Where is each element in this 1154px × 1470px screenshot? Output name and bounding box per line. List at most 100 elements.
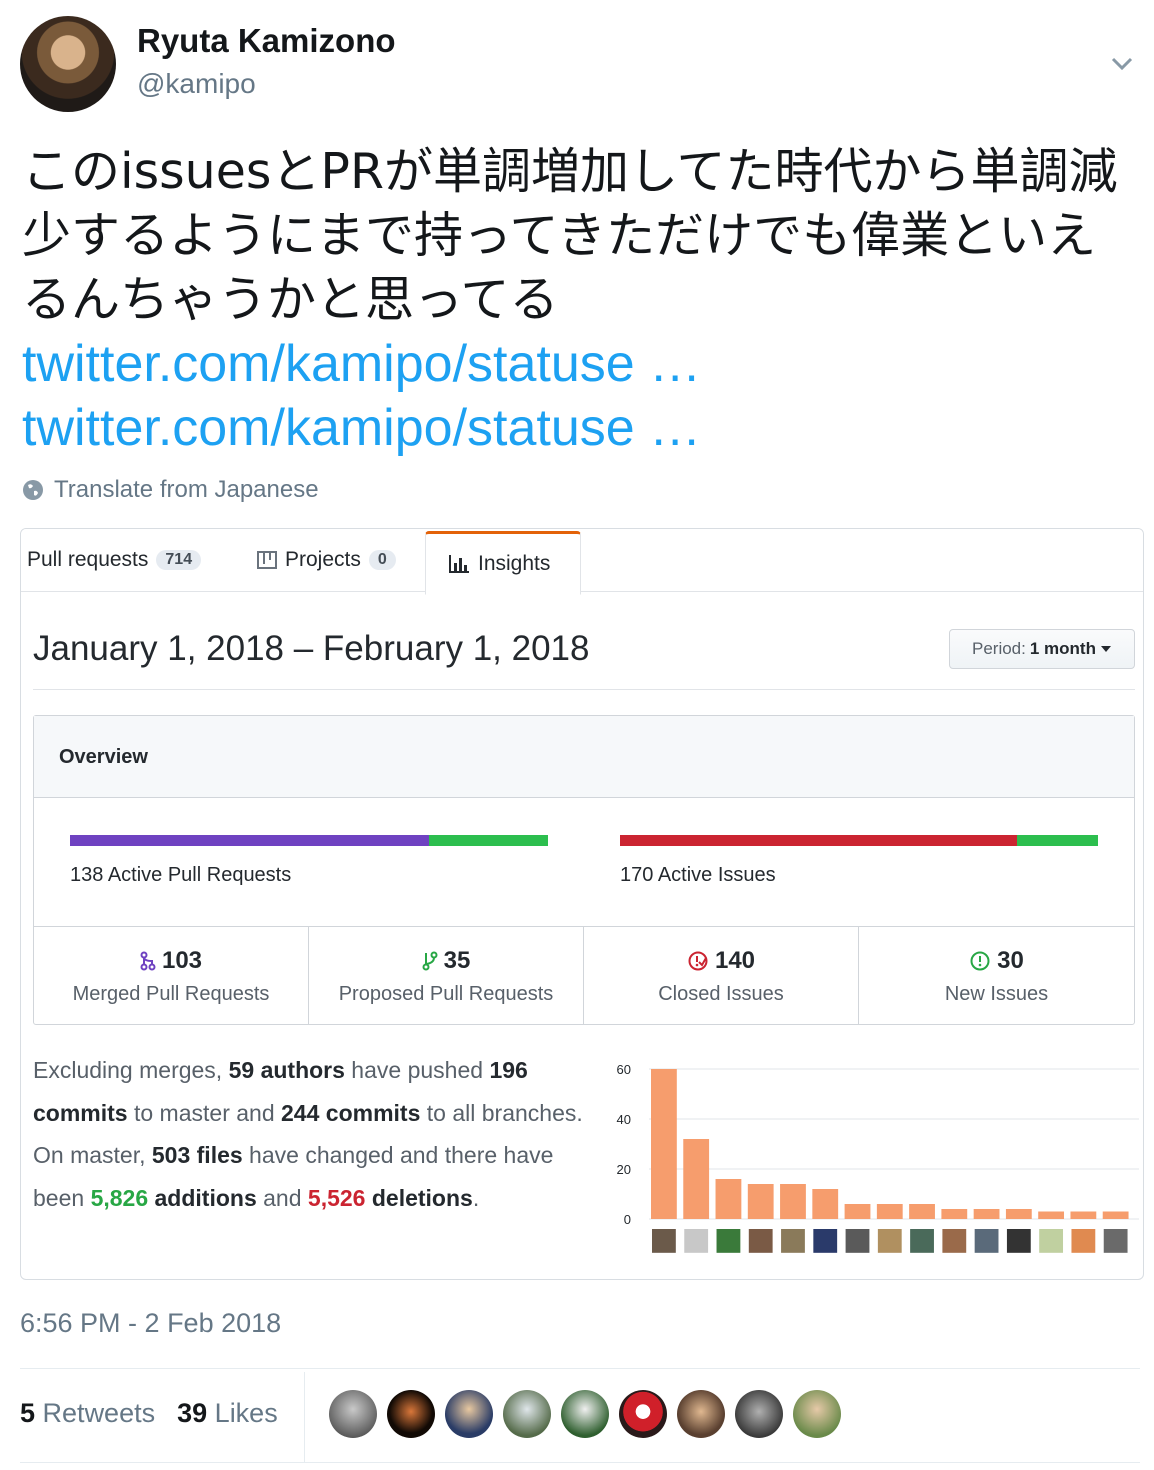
stat-label: Merged Pull Requests xyxy=(72,983,270,1005)
deletions-number: 5,526 xyxy=(307,1184,366,1211)
chart-bar[interactable] xyxy=(973,1209,1000,1219)
author-avatar-thumb[interactable] xyxy=(877,1229,902,1253)
liker-avatar[interactable] xyxy=(677,1390,725,1438)
tweet-timestamp[interactable]: 6:56 PM - 2 Feb 2018 xyxy=(20,1308,281,1339)
liker-avatar[interactable] xyxy=(445,1390,493,1438)
tweet-text: このissuesとPRが単調増加してた時代から単調減少するようにまで持ってきただ… xyxy=(22,143,1118,328)
globe-icon xyxy=(23,480,43,500)
stat-number: 30 xyxy=(997,947,1024,974)
tab-projects[interactable]: Projects 0 xyxy=(257,529,396,591)
chart-bar[interactable] xyxy=(747,1184,774,1219)
author-avatar-thumb[interactable] xyxy=(910,1229,934,1253)
stat-number: 103 xyxy=(161,947,203,974)
deletions-word: deletions xyxy=(365,1184,473,1211)
active-issues-label[interactable]: 170 Active Issues xyxy=(620,864,776,887)
y-tick-label: 20 xyxy=(617,1162,631,1177)
chart-bar[interactable] xyxy=(1005,1209,1032,1219)
retweets-stat[interactable]: 5 Retweets xyxy=(20,1398,155,1429)
chart-bar[interactable] xyxy=(844,1204,871,1219)
tab-count: 714 xyxy=(156,550,202,570)
translate-link[interactable]: Translate from Japanese xyxy=(22,476,319,504)
liker-avatar[interactable] xyxy=(329,1390,377,1438)
liker-avatar[interactable] xyxy=(561,1390,609,1438)
author-avatar-thumb[interactable] xyxy=(942,1229,967,1253)
author-avatar-thumb[interactable] xyxy=(1039,1229,1064,1253)
stat-merged-prs[interactable]: 103 Merged Pull Requests xyxy=(34,927,309,1025)
period-prefix: Period: xyxy=(972,639,1026,658)
author-avatar-thumb[interactable] xyxy=(1071,1229,1096,1253)
tab-count: 0 xyxy=(368,550,396,570)
overview-title: Overview xyxy=(34,716,1134,798)
stat-proposed-prs[interactable]: 35 Proposed Pull Requests xyxy=(309,927,584,1025)
liker-avatar[interactable] xyxy=(387,1390,435,1438)
author-avatar-thumb[interactable] xyxy=(781,1229,805,1253)
author-avatar-thumb[interactable] xyxy=(1006,1229,1031,1253)
author-avatar-thumb[interactable] xyxy=(684,1229,709,1253)
stat-number: 35 xyxy=(443,947,471,974)
chart-bar[interactable] xyxy=(941,1209,968,1219)
likes-stat[interactable]: 39 Likes xyxy=(177,1398,278,1429)
divider xyxy=(20,1368,1140,1369)
tweet-text-block: このissuesとPRが単調増加してた時代から単調減少するようにまで持ってきただ… xyxy=(22,140,1132,460)
tab-insights[interactable]: Insights xyxy=(425,531,581,595)
liker-avatar[interactable] xyxy=(619,1390,667,1438)
tweet-link-2[interactable]: twitter.com/kamipo/statuse … xyxy=(22,396,1132,460)
author-avatar-thumb[interactable] xyxy=(652,1229,676,1253)
liker-avatar[interactable] xyxy=(503,1390,551,1438)
stat-closed-issues[interactable]: 140 Closed Issues xyxy=(584,927,859,1025)
author-avatar-thumb[interactable] xyxy=(716,1229,741,1253)
author-avatar-thumb[interactable] xyxy=(845,1229,870,1253)
chart-bar[interactable] xyxy=(715,1179,742,1219)
chart-bar[interactable] xyxy=(876,1204,903,1219)
overview-panel: Overview 138 Active Pull Requests 170 Ac… xyxy=(33,715,1135,1025)
additions-number: 5,826 xyxy=(90,1184,149,1211)
chart-bar[interactable] xyxy=(812,1189,839,1219)
translate-label: Translate from Japanese xyxy=(54,476,319,503)
authors-count[interactable]: 59 authors xyxy=(229,1057,345,1083)
tab-label: Insights xyxy=(478,552,551,575)
merge-icon xyxy=(140,951,156,971)
chart-bar[interactable] xyxy=(1102,1211,1129,1220)
divider xyxy=(33,689,1135,690)
y-tick-label: 0 xyxy=(624,1212,631,1227)
date-range-title: January 1, 2018 – February 1, 2018 xyxy=(33,629,590,668)
chart-bar[interactable] xyxy=(651,1069,677,1219)
chart-bar[interactable] xyxy=(780,1184,806,1219)
tweet-link-1[interactable]: twitter.com/kamipo/statuse … xyxy=(22,332,1132,396)
active-pr-label[interactable]: 138 Active Pull Requests xyxy=(70,864,291,887)
period-value: 1 month xyxy=(1029,639,1096,658)
issues-progress-bar[interactable] xyxy=(620,835,1098,846)
period-select[interactable]: Period: 1 month xyxy=(949,629,1135,669)
author-name[interactable]: Ryuta Kamizono xyxy=(137,22,396,60)
branch-icon xyxy=(422,951,438,971)
liker-avatar[interactable] xyxy=(735,1390,783,1438)
author-avatar-thumb[interactable] xyxy=(748,1229,773,1253)
closed-issue-icon xyxy=(688,951,708,971)
chart-bar[interactable] xyxy=(909,1204,935,1219)
tab-label: Pull requests xyxy=(27,548,149,571)
author-handle[interactable]: @kamipo xyxy=(137,68,256,100)
y-tick-label: 60 xyxy=(617,1062,631,1077)
commits-all: 244 commits xyxy=(281,1099,421,1126)
chart-bar[interactable] xyxy=(1070,1211,1097,1220)
stat-new-issues[interactable]: 30 New Issues xyxy=(859,927,1134,1025)
tab-pull-requests[interactable]: Pull requests 714 xyxy=(27,529,202,591)
tab-label: Projects xyxy=(285,548,361,571)
stat-number: 140 xyxy=(714,947,756,974)
stat-label: Closed Issues xyxy=(658,983,784,1005)
liker-avatars xyxy=(329,1390,841,1438)
stat-label: New Issues xyxy=(944,983,1049,1005)
attached-image[interactable]: Pull requests 714 Projects 0 Insights Ja… xyxy=(20,528,1144,1280)
author-avatar-thumb[interactable] xyxy=(1103,1229,1128,1253)
divider xyxy=(20,1462,1140,1463)
chevron-down-icon[interactable] xyxy=(1108,52,1136,74)
author-avatar-thumb[interactable] xyxy=(974,1229,999,1253)
commits-by-author-chart: 60 40 20 0 xyxy=(617,1062,1139,1253)
chart-bar[interactable] xyxy=(1038,1211,1065,1220)
author-avatar-thumb[interactable] xyxy=(813,1229,838,1253)
issue-opened-icon xyxy=(970,951,990,971)
chart-bar[interactable] xyxy=(683,1139,710,1219)
pr-progress-bar[interactable] xyxy=(70,835,548,846)
author-avatar[interactable] xyxy=(20,16,116,112)
liker-avatar[interactable] xyxy=(793,1390,841,1438)
